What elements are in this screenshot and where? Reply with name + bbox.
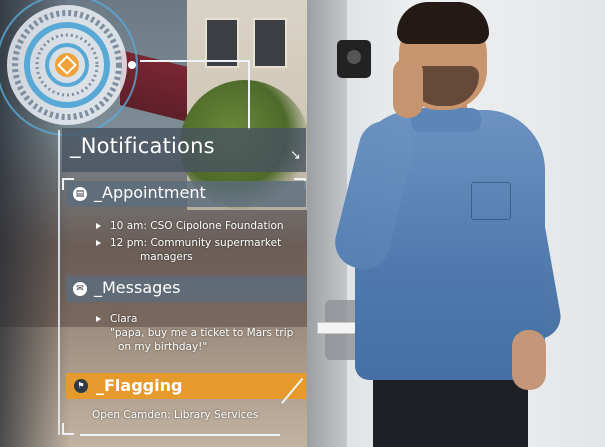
flagging-item[interactable]: Open Camden: Library Services <box>92 409 258 421</box>
building-window <box>253 18 287 68</box>
shirt-pocket <box>471 182 511 220</box>
panel-rail <box>58 130 60 435</box>
message-text-continued[interactable]: on my birthday!" <box>118 341 207 353</box>
appointment-item-continued[interactable]: managers <box>140 251 193 263</box>
notifications-title: _Notifications <box>70 134 215 158</box>
person-hair <box>397 2 489 44</box>
shirt-collar <box>411 108 481 132</box>
messages-title: _Messages <box>94 278 181 297</box>
flag-icon: ⚑ <box>74 379 88 393</box>
speaker <box>337 40 371 78</box>
message-text[interactable]: "papa, buy me a ticket to Mars trip <box>110 327 293 339</box>
message-sender[interactable]: Clara <box>110 313 137 325</box>
connector-line <box>248 60 250 130</box>
bracket-bottom-line <box>80 433 280 436</box>
person-hand <box>393 58 423 118</box>
appointment-title: _Appointment <box>94 183 206 202</box>
bullet-icon <box>96 223 101 229</box>
calendar-icon: ▤ <box>73 187 87 201</box>
arrow-down-right-icon[interactable]: ↘ <box>290 148 301 163</box>
envelope-icon: ✉ <box>73 282 87 296</box>
bullet-icon <box>96 240 101 246</box>
photo-person <box>307 0 605 447</box>
appointment-item[interactable]: 12 pm: Community supermarket <box>110 237 281 249</box>
appointment-item[interactable]: 10 am: CSO Cipolone Foundation <box>110 220 284 232</box>
composite-frame: _Notifications ↘ ▤ _Appointment 10 am: C… <box>0 0 605 447</box>
person-hand <box>512 330 546 390</box>
bullet-icon <box>96 316 101 322</box>
hud-target-icon <box>0 0 138 136</box>
connector-line <box>140 60 250 62</box>
flagging-title: _Flagging <box>96 376 183 395</box>
bracket-corner <box>62 423 74 435</box>
